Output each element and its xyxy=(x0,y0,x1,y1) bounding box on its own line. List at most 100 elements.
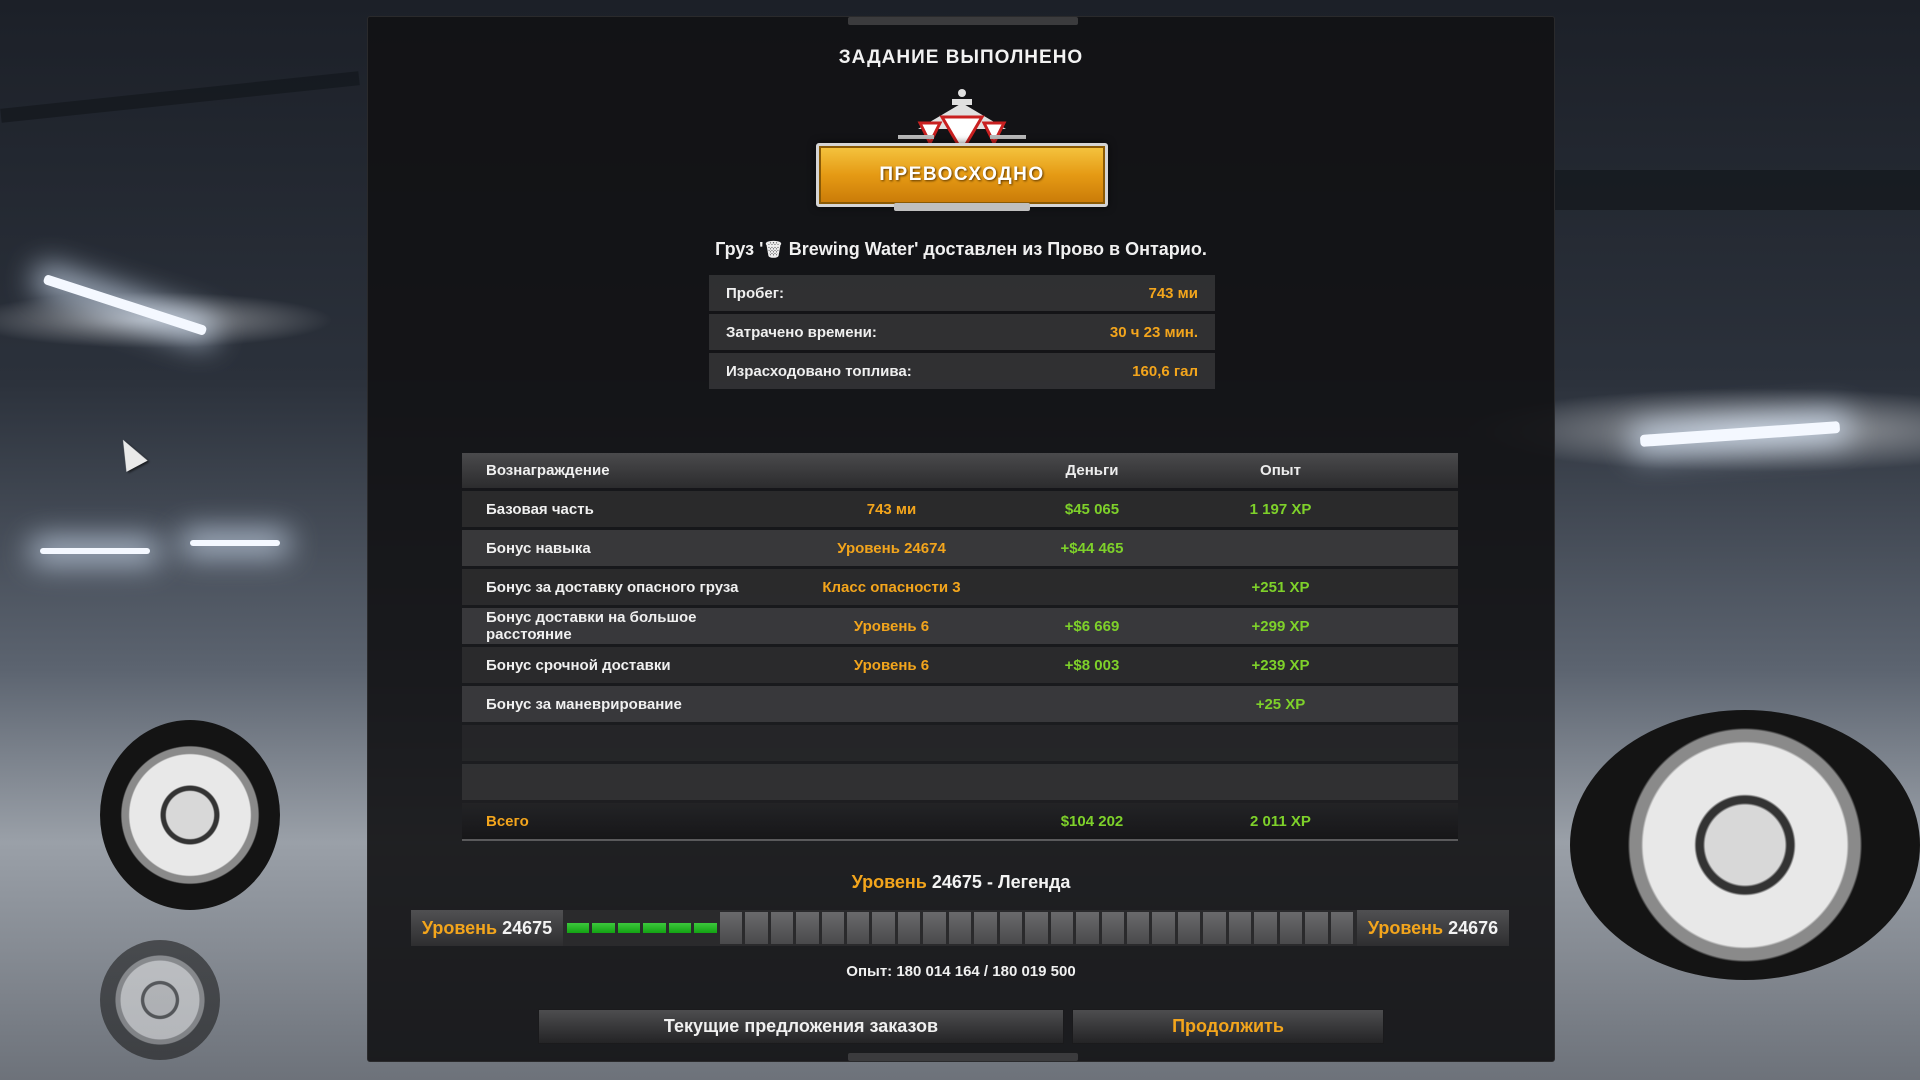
xp-segment xyxy=(1025,912,1048,944)
cargo-text: Brewing Water' доставлен из Прово в Онта… xyxy=(783,239,1207,259)
table-row: Бонус доставки на большое расстояние Уро… xyxy=(462,608,1458,644)
table-row-empty xyxy=(462,725,1458,761)
job-offers-button[interactable]: Текущие предложения заказов xyxy=(538,1009,1064,1044)
mouse-cursor xyxy=(112,434,148,472)
total-xp: 2 011 XP xyxy=(1250,812,1311,830)
xp-segment xyxy=(821,912,844,944)
cargo-prefix: Груз ' xyxy=(715,239,764,259)
xp-segment-filled xyxy=(694,923,717,933)
ceiling-light xyxy=(190,540,280,546)
table-row: Бонус за доставку опасного груза Класс о… xyxy=(462,569,1458,605)
continue-button[interactable]: Продолжить xyxy=(1072,1009,1384,1044)
level-number: 24676 xyxy=(1448,917,1499,938)
total-money: $104 202 xyxy=(1060,812,1124,830)
xp-segment-filled xyxy=(592,923,615,933)
xp-segment xyxy=(948,912,972,944)
xp-segment xyxy=(1101,912,1124,944)
table-row-empty xyxy=(462,764,1458,800)
stat-value: 160,6 гал xyxy=(1132,362,1198,380)
total-label: Всего xyxy=(486,812,529,830)
ceiling-light xyxy=(42,273,208,337)
trip-stats: Пробег: 743 ми Затрачено времени: 30 ч 2… xyxy=(709,275,1215,392)
xp-segment xyxy=(897,912,921,944)
cargo-icon: 🗑 xyxy=(763,242,784,259)
ceiling-beam xyxy=(0,71,360,123)
xp-segment xyxy=(1279,912,1303,944)
rewards-total-row: Всего $104 202 2 011 XP xyxy=(462,803,1458,841)
row-detail: Класс опасности 3 xyxy=(822,578,961,596)
stat-label: Израсходовано топлива: xyxy=(726,362,912,380)
xp-next-level: Уровень 24676 xyxy=(1357,910,1509,946)
header-reward: Вознаграждение xyxy=(486,462,610,479)
xp-segment-filled xyxy=(643,923,666,933)
level-rank: - Легенда xyxy=(981,872,1071,892)
row-name: Бонус доставки на большое расстояние xyxy=(486,609,697,643)
stat-label: Пробег: xyxy=(726,284,784,302)
xp-segment-filled xyxy=(617,923,641,933)
xp-readout: Опыт: 180 014 164 / 180 019 500 xyxy=(846,963,1076,980)
xp-segment xyxy=(796,912,819,944)
row-money: $45 065 xyxy=(1064,500,1120,518)
ceiling-light xyxy=(40,548,150,554)
row-xp: +25 XP xyxy=(1255,695,1306,713)
panel-bottom-tab xyxy=(848,1053,1078,1061)
xp-segment xyxy=(974,912,997,944)
row-money: +$44 465 xyxy=(1060,539,1124,557)
stat-value: 30 ч 23 мин. xyxy=(1109,323,1198,341)
xp-progress-bar: Уровень 24675 Уровень 24676 xyxy=(411,910,1509,946)
row-name: Бонус за маневрирование xyxy=(486,695,682,713)
stat-time: Затрачено времени: 30 ч 23 мин. xyxy=(709,314,1215,350)
row-detail: Уровень 24674 xyxy=(837,539,946,557)
row-xp: 1 197 XP xyxy=(1249,500,1312,518)
xp-current-level: Уровень 24675 xyxy=(411,910,563,946)
row-xp: +239 XP xyxy=(1251,656,1310,674)
row-name: Базовая часть xyxy=(486,500,594,518)
xp-segment xyxy=(1177,912,1201,944)
level-word: Уровень xyxy=(421,917,498,938)
xp-segment xyxy=(923,912,946,944)
stat-value: 743 ми xyxy=(1148,284,1198,302)
row-xp: +299 XP xyxy=(1251,617,1310,635)
level-number: 24675 xyxy=(502,917,553,938)
xp-segment xyxy=(846,912,870,944)
xp-segment xyxy=(719,912,743,944)
row-detail: 743 ми xyxy=(866,500,917,518)
truck-wheel xyxy=(100,720,280,910)
truck-wheel xyxy=(1570,710,1920,980)
xp-segment xyxy=(1050,912,1074,944)
badge-base-bar xyxy=(894,203,1030,211)
stat-fuel: Израсходовано топлива: 160,6 гал xyxy=(709,353,1215,389)
table-row: Базовая часть 743 ми $45 065 1 197 XP xyxy=(462,491,1458,527)
cargo-summary: Груз '🗑 Brewing Water' доставлен из Пров… xyxy=(368,239,1554,260)
level-word: Уровень xyxy=(851,872,927,892)
level-current: 24675 xyxy=(931,872,982,892)
xp-segment xyxy=(872,912,895,944)
header-xp: Опыт xyxy=(1260,462,1301,479)
xp-segment xyxy=(770,912,794,944)
xp-segment xyxy=(1254,912,1277,944)
stat-label: Затрачено времени: xyxy=(726,323,877,341)
row-name: Бонус навыка xyxy=(486,539,591,557)
xp-segment-filled xyxy=(567,923,590,933)
xp-segment xyxy=(1126,912,1150,944)
row-xp: +251 XP xyxy=(1251,578,1310,596)
table-row: Бонус навыка Уровень 24674 +$44 465 xyxy=(462,530,1458,566)
job-completed-dialog: ЗАДАНИЕ ВЫПОЛНЕНО ПРЕВОСХОДНО Груз '🗑 Br… xyxy=(367,16,1555,1062)
xp-track xyxy=(563,910,1357,946)
table-row: Бонус срочной доставки Уровень 6 +$8 003… xyxy=(462,647,1458,683)
ceiling-beam xyxy=(1550,170,1920,210)
xp-segment xyxy=(999,912,1023,944)
row-name: Бонус срочной доставки xyxy=(486,656,671,674)
panel-top-tab xyxy=(848,17,1078,25)
header-money: Деньги xyxy=(1065,462,1119,479)
rating-badge: ПРЕВОСХОДНО xyxy=(816,85,1108,213)
dialog-title: ЗАДАНИЕ ВЫПОЛНЕНО xyxy=(838,47,1084,68)
level-word: Уровень xyxy=(1367,917,1444,938)
row-detail: Уровень 6 xyxy=(853,617,930,635)
xp-segment xyxy=(1228,912,1252,944)
row-name: Бонус за доставку опасного груза xyxy=(486,578,739,596)
xp-segment xyxy=(1330,912,1354,944)
xp-segment xyxy=(1203,912,1226,944)
rating-label: ПРЕВОСХОДНО xyxy=(816,143,1108,207)
truck-wheel-reflection xyxy=(100,940,220,1060)
